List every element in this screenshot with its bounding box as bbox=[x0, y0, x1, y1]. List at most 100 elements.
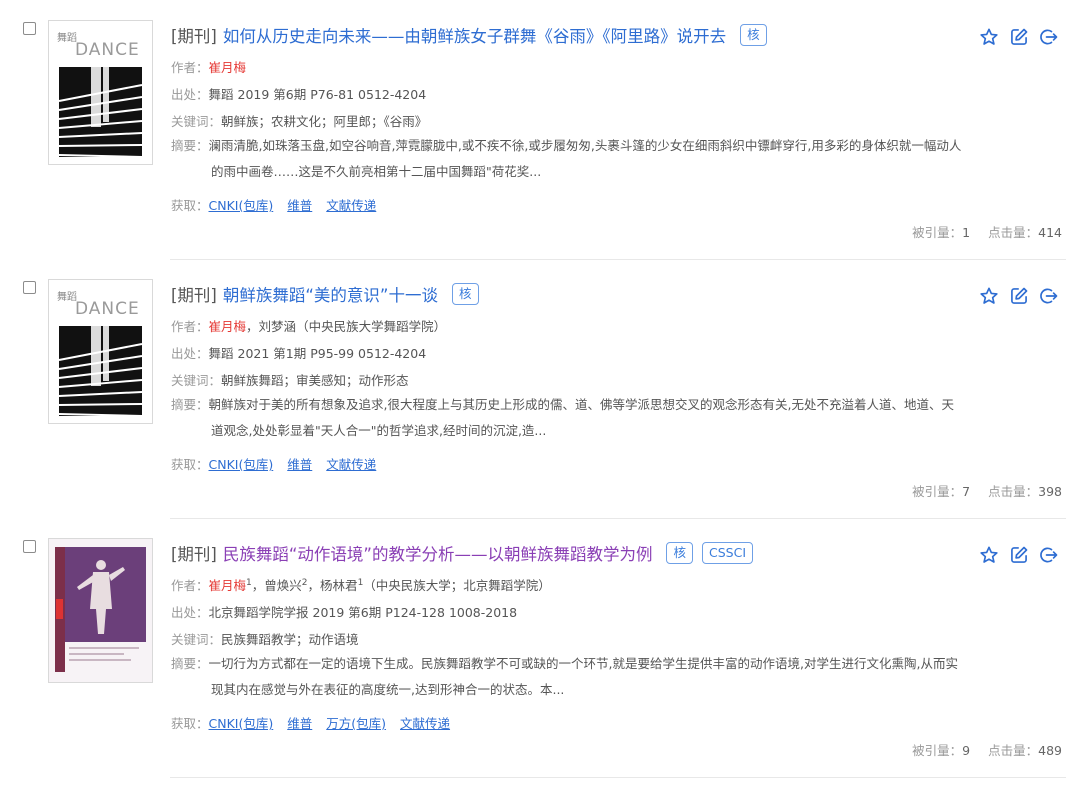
stats-line: 被引量：1 点击量：414 bbox=[912, 222, 1062, 241]
access-label: 获取： bbox=[171, 457, 209, 472]
access-link[interactable]: CNKI(包库) bbox=[209, 457, 274, 472]
result-item: 舞蹈 DANCE [期刊] 如何从历史走向未来——由朝鲜族女子群舞《谷雨》《阿里路》说… bbox=[0, 0, 1080, 260]
abstract-label: 摘要： bbox=[171, 656, 209, 671]
clicks-label: 点击量： bbox=[988, 484, 1039, 499]
author-name[interactable]: 崔月梅 bbox=[209, 319, 247, 334]
star-icon[interactable] bbox=[978, 26, 1000, 48]
access-link[interactable]: 文献传递 bbox=[400, 716, 450, 731]
author-name[interactable]: 崔月梅 bbox=[209, 60, 247, 75]
source-text: 舞蹈 2021 第1期 P95-99 0512-4204 bbox=[208, 346, 427, 361]
result-item: 舞蹈 DANCE [期刊] 朝鲜族舞蹈“美的意识”十一谈核作者：崔月梅，刘梦涵（中央民… bbox=[0, 259, 1080, 519]
access-label: 获取： bbox=[171, 198, 209, 213]
access-link[interactable]: 文献传递 bbox=[326, 457, 376, 472]
access-line: 获取：CNKI(包库) 维普 文献传递 bbox=[171, 195, 390, 214]
star-icon[interactable] bbox=[978, 285, 1000, 307]
title-row: [期刊] 民族舞蹈“动作语境”的教学分析——以朝鲜族舞蹈教学为例核 CSSCI bbox=[171, 540, 754, 566]
author-line: 作者：崔月梅，刘梦涵（中央民族大学舞蹈学院） bbox=[171, 316, 446, 335]
share-exit-icon[interactable] bbox=[1038, 285, 1060, 307]
edit-icon[interactable] bbox=[1008, 26, 1030, 48]
cover-dance-logo: DANCE bbox=[75, 299, 140, 319]
source-line: 出处：北京舞蹈学院学报 2019 第6期 P124-128 1008-2018 bbox=[171, 602, 517, 621]
journal-cover[interactable]: 舞蹈 DANCE bbox=[48, 279, 153, 424]
cited-label: 被引量： bbox=[912, 225, 963, 240]
separator: ， bbox=[307, 578, 321, 593]
author-name[interactable]: 曾焕兴 bbox=[264, 578, 302, 593]
stats-line: 被引量：9 点击量：489 bbox=[912, 740, 1062, 759]
clicks-count: 398 bbox=[1038, 484, 1062, 499]
author-line: 作者：崔月梅1，曾焕兴2，杨林君1（中央民族大学；北京舞蹈学院） bbox=[171, 575, 551, 594]
author-name[interactable]: 崔月梅 bbox=[209, 578, 247, 593]
keywords-line: 关键词：朝鲜族舞蹈；审美感知；动作形态 bbox=[171, 370, 409, 389]
source-text: 舞蹈 2019 第6期 P76-81 0512-4204 bbox=[208, 87, 427, 102]
abstract-label: 摘要： bbox=[171, 138, 209, 153]
keywords-text: 民族舞蹈教学；动作语境 bbox=[221, 632, 359, 647]
separator: ， bbox=[246, 319, 259, 334]
access-link[interactable]: 维普 bbox=[287, 198, 312, 213]
journal-cover[interactable] bbox=[48, 538, 153, 683]
author-name[interactable]: 杨林君 bbox=[320, 578, 358, 593]
index-tag-core[interactable]: 核 bbox=[451, 283, 479, 305]
author-name[interactable]: 刘梦涵 bbox=[259, 319, 297, 334]
keywords-label: 关键词： bbox=[171, 632, 222, 647]
edit-icon[interactable] bbox=[1008, 285, 1030, 307]
abstract-line-2: 现其内在感觉与外在表征的高度统一,达到形神合一的状态。本... bbox=[211, 682, 565, 697]
index-tag-core[interactable]: 核 bbox=[740, 24, 767, 46]
share-exit-icon[interactable] bbox=[1038, 26, 1060, 48]
doc-type-label: [期刊] bbox=[171, 27, 217, 46]
cited-label: 被引量： bbox=[912, 484, 963, 499]
separator: ， bbox=[251, 578, 265, 593]
cover-chinese-logo: 舞蹈 bbox=[57, 32, 77, 44]
access-link[interactable]: 维普 bbox=[287, 716, 312, 731]
author-label: 作者： bbox=[171, 60, 209, 75]
action-icons bbox=[978, 26, 1060, 48]
abstract-block: 摘要：澜雨清脆,如珠落玉盘,如空谷响音,萍霓朦胧中,或不疾不徐,或步履匆匆,头裹… bbox=[171, 133, 1041, 185]
source-line: 出处：舞蹈 2019 第6期 P76-81 0512-4204 bbox=[171, 84, 426, 103]
affiliation-text: （中央民族大学；北京舞蹈学院） bbox=[363, 578, 551, 593]
access-link[interactable]: CNKI(包库) bbox=[209, 198, 274, 213]
index-tag-cssci[interactable]: CSSCI bbox=[702, 542, 754, 564]
cited-label: 被引量： bbox=[912, 743, 963, 758]
keywords-label: 关键词： bbox=[171, 373, 222, 388]
select-checkbox[interactable] bbox=[23, 540, 36, 553]
article-title-link[interactable]: 如何从历史走向未来——由朝鲜族女子群舞《谷雨》《阿里路》说开去 bbox=[223, 23, 726, 47]
clicks-label: 点击量： bbox=[988, 743, 1039, 758]
keywords-line: 关键词：民族舞蹈教学；动作语境 bbox=[171, 629, 359, 648]
doc-type-label: [期刊] bbox=[171, 286, 217, 305]
abstract-line-1: 一切行为方式都在一定的语境下生成。民族舞蹈教学不可或缺的一个环节,就是要给学生提… bbox=[208, 656, 958, 671]
access-link[interactable]: CNKI(包库) bbox=[209, 716, 274, 731]
keywords-line: 关键词：朝鲜族；农耕文化；阿里郎；《谷雨》 bbox=[171, 111, 427, 130]
affiliation-text: （中央民族大学舞蹈学院） bbox=[296, 319, 447, 334]
article-title-link[interactable]: 朝鲜族舞蹈“美的意识”十一谈 bbox=[223, 282, 438, 306]
source-label: 出处： bbox=[171, 346, 209, 361]
action-icons bbox=[978, 544, 1060, 566]
share-exit-icon[interactable] bbox=[1038, 544, 1060, 566]
cover-dance-logo: DANCE bbox=[75, 40, 140, 60]
access-link[interactable]: 文献传递 bbox=[326, 198, 376, 213]
index-tag-core[interactable]: 核 bbox=[666, 542, 693, 564]
author-label: 作者： bbox=[171, 319, 209, 334]
access-line: 获取：CNKI(包库) 维普 万方(包库) 文献传递 bbox=[171, 713, 464, 732]
action-icons bbox=[978, 285, 1060, 307]
cited-count: 7 bbox=[962, 484, 971, 499]
abstract-line-1: 朝鲜族对于美的所有想象及追求,很大程度上与其历史上形成的儒、道、佛等学派思想交叉… bbox=[208, 397, 954, 412]
access-link[interactable]: 万方(包库) bbox=[326, 716, 386, 731]
select-checkbox[interactable] bbox=[23, 281, 36, 294]
keywords-text: 朝鲜族；农耕文化；阿里郎；《谷雨》 bbox=[221, 114, 428, 129]
stats-line: 被引量：7 点击量：398 bbox=[912, 481, 1062, 500]
source-label: 出处： bbox=[171, 87, 209, 102]
edit-icon[interactable] bbox=[1008, 544, 1030, 566]
abstract-block: 摘要：一切行为方式都在一定的语境下生成。民族舞蹈教学不可或缺的一个环节,就是要给… bbox=[171, 651, 1041, 703]
cover-chinese-logo: 舞蹈 bbox=[57, 291, 77, 303]
star-icon[interactable] bbox=[978, 544, 1000, 566]
abstract-label: 摘要： bbox=[171, 397, 209, 412]
clicks-count: 414 bbox=[1038, 225, 1062, 240]
cited-count: 9 bbox=[962, 743, 971, 758]
access-link[interactable]: 维普 bbox=[287, 457, 312, 472]
select-checkbox[interactable] bbox=[23, 22, 36, 35]
source-text: 北京舞蹈学院学报 2019 第6期 P124-128 1008-2018 bbox=[208, 605, 518, 620]
journal-cover[interactable]: 舞蹈 DANCE bbox=[48, 20, 153, 165]
abstract-block: 摘要：朝鲜族对于美的所有想象及追求,很大程度上与其历史上形成的儒、道、佛等学派思… bbox=[171, 392, 1041, 444]
source-line: 出处：舞蹈 2021 第1期 P95-99 0512-4204 bbox=[171, 343, 426, 362]
author-line: 作者：崔月梅 bbox=[171, 57, 246, 76]
article-title-link[interactable]: 民族舞蹈“动作语境”的教学分析——以朝鲜族舞蹈教学为例 bbox=[223, 541, 653, 565]
